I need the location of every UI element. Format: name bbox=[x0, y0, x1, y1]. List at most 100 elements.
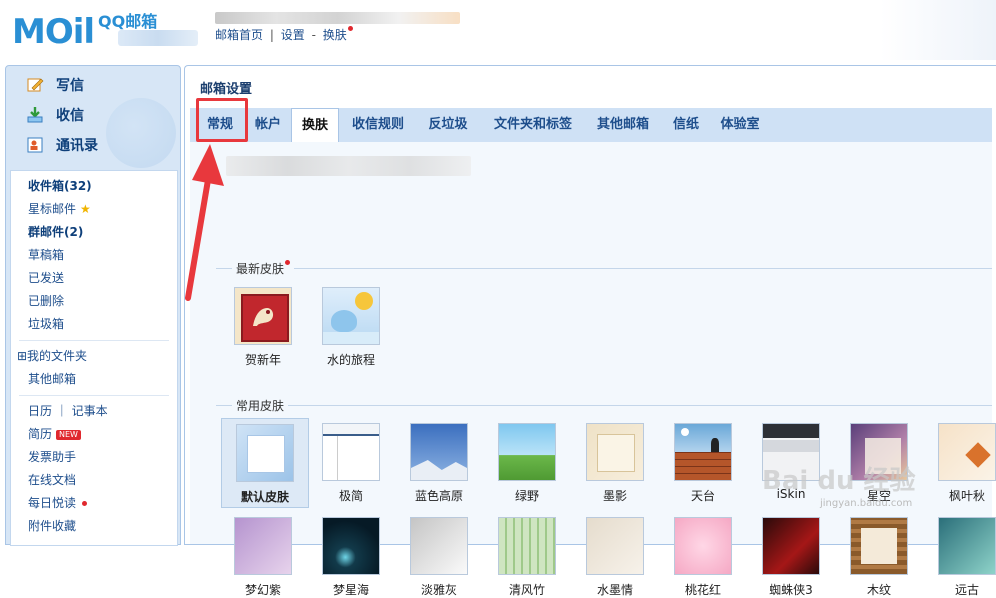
new-dot-icon bbox=[347, 26, 353, 31]
skin-item[interactable]: 墨影 bbox=[572, 423, 658, 504]
skin-thumbnail bbox=[234, 517, 292, 575]
folder-starred[interactable]: 星标邮件 ★ bbox=[11, 198, 177, 221]
skin-label: 淡雅灰 bbox=[420, 583, 457, 597]
skin-label: 贺新年 bbox=[244, 353, 281, 367]
skin-label: 水墨情 bbox=[596, 583, 633, 597]
skin-thumbnail bbox=[498, 423, 556, 481]
skin-item[interactable]: 清风竹 bbox=[484, 517, 570, 598]
folder-group-mail[interactable]: 群邮件(2) bbox=[11, 221, 177, 244]
new-dot-icon bbox=[82, 501, 88, 506]
folder-starred-label: 星标邮件 bbox=[28, 202, 77, 216]
divider bbox=[19, 395, 169, 396]
compose-icon bbox=[26, 76, 44, 94]
tab-anti-spam[interactable]: 反垃圾 bbox=[422, 108, 474, 142]
skin-thumbnail bbox=[322, 423, 380, 481]
skin-thumbnail bbox=[322, 517, 380, 575]
folder-my-folders[interactable]: ⊞我的文件夹 bbox=[11, 345, 177, 368]
skin-label: 枫叶秋 bbox=[948, 489, 985, 503]
skin-label: 桃花红 bbox=[684, 583, 721, 597]
folder-other-mailbox[interactable]: 其他邮箱 bbox=[11, 368, 177, 391]
new-dot-icon bbox=[285, 260, 291, 265]
skin-label: 清风竹 bbox=[508, 583, 545, 597]
skin-item[interactable]: 蓝色高原 bbox=[396, 423, 482, 504]
blurred-account bbox=[118, 30, 198, 46]
receive-label: 收信 bbox=[56, 108, 84, 124]
skin-label: 梦星海 bbox=[332, 583, 369, 597]
folder-inbox[interactable]: 收件箱(32) bbox=[11, 175, 177, 198]
folder-drafts[interactable]: 草稿箱 bbox=[11, 244, 177, 267]
resume-label: 简历 bbox=[28, 427, 53, 441]
skin-label: 绿野 bbox=[514, 489, 539, 503]
annotation-highlight-box bbox=[196, 98, 248, 142]
skin-label: 木纹 bbox=[866, 583, 891, 597]
skin-thumbnail bbox=[236, 424, 294, 482]
skin-thumbnail bbox=[410, 517, 468, 575]
skin-item[interactable]: 淡雅灰 bbox=[396, 517, 482, 598]
skin-item[interactable]: 绿野 bbox=[484, 423, 570, 504]
penguin-icon bbox=[106, 98, 176, 168]
skin-item[interactable]: 远古 bbox=[924, 517, 996, 598]
skin-thumbnail bbox=[938, 423, 996, 481]
skin-label: 蓝色高原 bbox=[414, 489, 463, 503]
tab-account[interactable]: 帐户 bbox=[246, 108, 290, 142]
breadcrumb: 邮箱首页 | 设置 - 换肤 bbox=[215, 26, 353, 43]
skin-thumbnail bbox=[850, 517, 908, 575]
quick-actions: 写信 收信 通讯录 bbox=[10, 70, 176, 168]
skin-label: 默认皮肤 bbox=[240, 490, 289, 504]
daily-reading-link[interactable]: 每日悦读 bbox=[11, 492, 177, 515]
skin-label: 蜘蛛侠3 bbox=[769, 583, 813, 597]
skin-label: 远古 bbox=[954, 583, 979, 597]
skin-item[interactable]: 梦幻紫 bbox=[220, 517, 306, 598]
tab-stationery[interactable]: 信纸 bbox=[666, 108, 706, 142]
tab-folders-labels[interactable]: 文件夹和标签 bbox=[486, 108, 580, 142]
folder-spam[interactable]: 垃圾箱 bbox=[11, 313, 177, 336]
skin-item[interactable]: 水墨情 bbox=[572, 517, 658, 598]
home-link[interactable]: 邮箱首页 bbox=[215, 28, 263, 42]
skin-item[interactable]: 木纹 bbox=[836, 517, 922, 598]
skin-thumbnail bbox=[322, 287, 380, 345]
skin-thumbnail bbox=[234, 287, 292, 345]
annotation-arrow-icon bbox=[185, 144, 224, 301]
skin-label: 极简 bbox=[338, 489, 363, 503]
skin-item-selected[interactable]: 默认皮肤 bbox=[221, 418, 309, 508]
page-title: 邮箱设置 bbox=[200, 82, 253, 97]
settings-link[interactable]: 设置 bbox=[281, 28, 305, 42]
tab-receive-rules[interactable]: 收信规则 bbox=[345, 108, 411, 142]
folder-list: 收件箱(32) 星标邮件 ★ 群邮件(2) 草稿箱 已发送 已删除 垃圾箱 ⊞我的… bbox=[10, 170, 178, 546]
skin-thumbnail bbox=[762, 517, 820, 575]
tab-lab[interactable]: 体验室 bbox=[714, 108, 766, 142]
online-docs-link[interactable]: 在线文档 bbox=[11, 469, 177, 492]
skin-label: 梦幻紫 bbox=[244, 583, 281, 597]
tab-other-mailbox[interactable]: 其他邮箱 bbox=[590, 108, 656, 142]
section-divider bbox=[216, 405, 992, 406]
skin-item[interactable]: 枫叶秋 bbox=[924, 423, 996, 504]
header-right-area bbox=[880, 0, 996, 60]
skin-item[interactable]: 天台 bbox=[660, 423, 746, 504]
section-title-common: 常用皮肤 bbox=[232, 397, 289, 414]
skin-label: 墨影 bbox=[602, 489, 627, 503]
skin-thumbnail bbox=[674, 517, 732, 575]
skin-label: 水的旅程 bbox=[326, 353, 375, 367]
folder-deleted[interactable]: 已删除 bbox=[11, 290, 177, 313]
section-title-new-label: 最新皮肤 bbox=[236, 262, 285, 276]
section-title-new: 最新皮肤 bbox=[232, 260, 295, 277]
watermark: Bai du 经验 bbox=[762, 466, 916, 496]
skin-thumbnail bbox=[498, 517, 556, 575]
attachments-link[interactable]: 附件收藏 bbox=[11, 515, 177, 538]
tab-skin[interactable]: 换肤 bbox=[291, 108, 339, 143]
skin-item[interactable]: 水的旅程 bbox=[308, 287, 394, 368]
skin-label: 天台 bbox=[690, 489, 715, 503]
folder-sent[interactable]: 已发送 bbox=[11, 267, 177, 290]
skin-item[interactable]: 桃花红 bbox=[660, 517, 746, 598]
sidebar: 写信 收信 通讯录 收件箱(32) 星标邮件 ★ 群邮件(2) 草稿箱 已发送 已… bbox=[5, 65, 181, 546]
skin-link[interactable]: 换肤 bbox=[323, 28, 347, 42]
skin-item[interactable]: 蜘蛛侠3 bbox=[748, 517, 834, 598]
contacts-icon bbox=[26, 136, 44, 154]
skin-item[interactable]: 极简 bbox=[308, 423, 394, 504]
resume-link[interactable]: 简历 NEW bbox=[11, 423, 177, 446]
logo-mark: MOil bbox=[12, 12, 95, 52]
skin-item[interactable]: 梦星海 bbox=[308, 517, 394, 598]
compose-button[interactable]: 写信 bbox=[10, 70, 176, 100]
invoice-helper-link[interactable]: 发票助手 bbox=[11, 446, 177, 469]
calendar-notes-link[interactable]: 日历 ｜ 记事本 bbox=[11, 400, 177, 423]
